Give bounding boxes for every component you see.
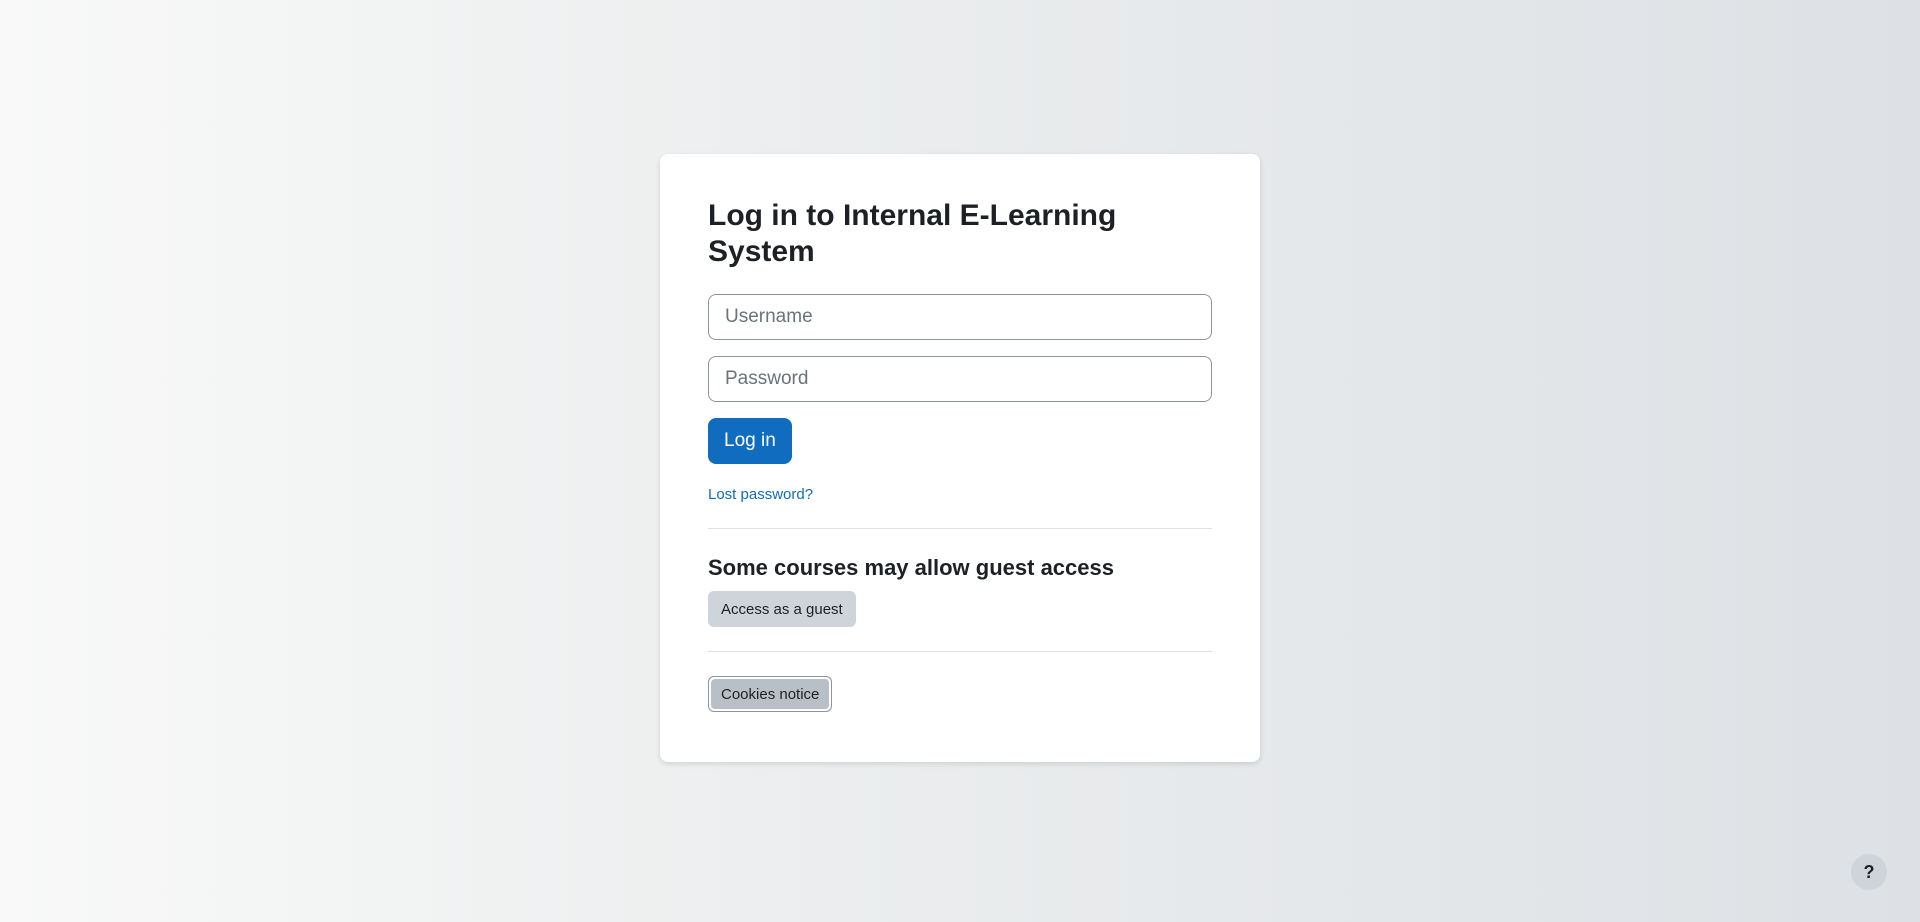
question-mark-icon: ? [1863, 861, 1875, 882]
page-title: Log in to Internal E-Learning System [708, 199, 1117, 268]
lost-password-link[interactable]: Lost password? [708, 486, 813, 503]
cookies-notice-focus-ring: Cookies notice [708, 676, 833, 712]
guest-access-button[interactable]: Access as a guest [708, 591, 856, 627]
guest-access-heading: Some courses may allow guest access [708, 555, 1114, 580]
username-input[interactable] [708, 294, 1212, 340]
divider [708, 528, 1212, 529]
cookies-notice-button[interactable]: Cookies notice [711, 679, 830, 709]
login-button[interactable]: Log in [708, 418, 792, 464]
help-button[interactable]: ? [1851, 854, 1887, 890]
login-card: Log in to Internal E-Learning System Log… [660, 154, 1260, 762]
password-input[interactable] [708, 356, 1212, 402]
divider [708, 651, 1212, 652]
